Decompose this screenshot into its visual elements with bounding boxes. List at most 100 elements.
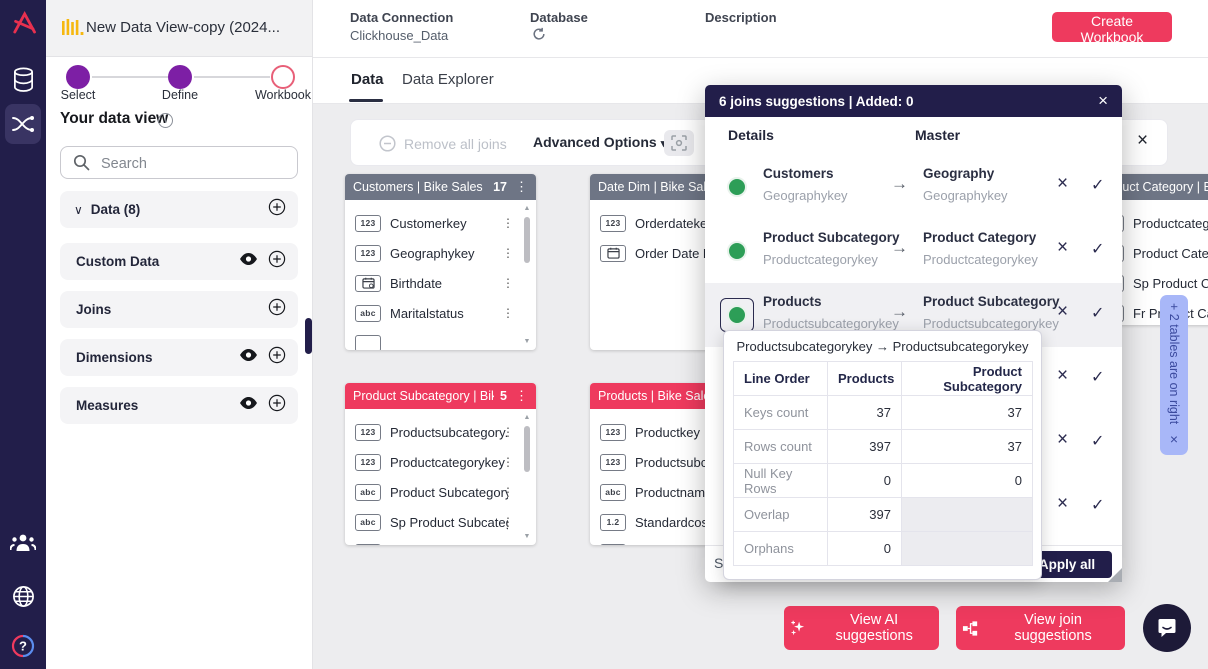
active-tab-underline	[349, 99, 383, 102]
scrollbar-thumb[interactable]	[524, 426, 530, 472]
field-menu-icon[interactable]: ⋮	[502, 425, 514, 439]
number-type-icon: 123	[355, 454, 381, 471]
section-measures[interactable]: Measures	[60, 387, 298, 424]
table-card-title: Product Subcategory | Bik...	[353, 389, 494, 403]
badge-close-icon[interactable]: ×	[1170, 431, 1178, 447]
field-menu-icon[interactable]: ⋮	[502, 306, 514, 320]
resize-handle[interactable]	[1108, 568, 1122, 582]
accept-join-icon[interactable]: ✓	[1091, 495, 1104, 515]
accept-join-icon[interactable]: ✓	[1091, 303, 1104, 323]
remove-all-joins-button[interactable]: Remove all joins	[379, 135, 507, 152]
section-custom-data[interactable]: Custom Data	[60, 243, 298, 280]
accept-join-icon[interactable]: ✓	[1091, 367, 1104, 387]
field-menu-icon[interactable]: ⋮	[502, 515, 514, 529]
arrow-right-icon: →	[891, 174, 908, 194]
fit-view-button[interactable]	[664, 130, 694, 156]
field-menu-icon[interactable]: ⋮	[502, 455, 514, 469]
connection-topbar: Data Connection Clickhouse_Data Database…	[312, 0, 1208, 58]
card-scrollbar[interactable]: ▲ ▼	[521, 204, 533, 347]
field-name: Standardcost	[635, 515, 712, 530]
section-joins[interactable]: Joins	[60, 291, 298, 328]
field-row: 123 Geographykey ⋮	[345, 238, 536, 268]
step-workbook-circle[interactable]	[271, 65, 295, 89]
create-workbook-button[interactable]: Create Workbook	[1052, 12, 1172, 42]
scroll-down-icon[interactable]: ▼	[524, 337, 531, 347]
add-custom-data-icon[interactable]	[268, 250, 286, 273]
stats-row: Null Key Rows 0 0	[734, 464, 1033, 498]
type-icon	[355, 335, 381, 351]
help-nav-icon[interactable]: ?	[0, 634, 46, 658]
section-dimensions[interactable]: Dimensions	[60, 339, 298, 376]
search-input[interactable]	[99, 147, 293, 180]
chevron-down-icon[interactable]: ∨	[74, 203, 83, 217]
model-nav-icon[interactable]	[0, 113, 46, 135]
field-row: 123 Productsubcategory... ⋮	[345, 417, 536, 447]
card-scrollbar[interactable]: ▲ ▼	[521, 413, 533, 542]
accept-join-icon[interactable]: ✓	[1091, 239, 1104, 259]
field-menu-icon[interactable]: ⋮	[502, 246, 514, 260]
tab-data-explorer[interactable]: Data Explorer	[402, 71, 494, 88]
field-row: 123 Productcategorykey ⋮	[345, 447, 536, 477]
add-measure-icon[interactable]	[268, 394, 286, 417]
panel-scrollbar-thumb[interactable]	[305, 318, 312, 354]
table-card-customers[interactable]: Customers | Bike Sales 17 ⋮ 123 Customer…	[345, 174, 536, 350]
accept-join-icon[interactable]: ✓	[1091, 431, 1104, 451]
kebab-menu-icon[interactable]: ⋮	[515, 388, 528, 404]
field-row-partial	[345, 328, 536, 350]
scroll-down-icon[interactable]: ▼	[524, 532, 531, 542]
field-name: Geographykey	[390, 246, 475, 261]
tab-data[interactable]: Data	[351, 71, 384, 88]
reject-join-icon[interactable]: ×	[1057, 429, 1068, 451]
toolbar-close-icon[interactable]: ×	[1137, 130, 1148, 152]
field-menu-icon[interactable]: ⋮	[502, 276, 514, 290]
join-status-dot[interactable]	[727, 241, 747, 261]
join-status-dot[interactable]	[727, 177, 747, 197]
view-ai-suggestions-button[interactable]: View AI suggestions	[784, 606, 939, 650]
database-nav-icon[interactable]	[0, 67, 46, 92]
add-join-icon[interactable]	[268, 298, 286, 321]
reject-join-icon[interactable]: ×	[1057, 237, 1068, 259]
connection-value: Clickhouse_Data	[350, 28, 448, 43]
stats-col-header: Product Subcategory	[902, 362, 1033, 396]
refresh-icon[interactable]	[532, 27, 546, 44]
globe-nav-icon[interactable]	[0, 585, 46, 608]
join-status-dot[interactable]	[727, 305, 747, 325]
users-nav-icon[interactable]	[0, 532, 46, 552]
reject-join-icon[interactable]: ×	[1057, 365, 1068, 387]
visibility-eye-icon[interactable]	[239, 252, 258, 271]
chat-widget-button[interactable]	[1143, 604, 1191, 652]
scroll-up-icon[interactable]: ▲	[524, 204, 531, 214]
reject-join-icon[interactable]: ×	[1057, 301, 1068, 323]
add-dimension-icon[interactable]	[268, 346, 286, 369]
visibility-eye-icon[interactable]	[239, 348, 258, 367]
skip-all-button-partial[interactable]: S	[714, 555, 723, 571]
master-key-name: Geographykey	[923, 188, 1008, 203]
reject-join-icon[interactable]: ×	[1057, 173, 1068, 195]
tables-right-badge[interactable]: + 2 tables are on right ×	[1160, 295, 1188, 455]
visibility-eye-icon[interactable]	[239, 396, 258, 415]
table-card-product-subcategory[interactable]: Product Subcategory | Bik... 5 ⋮ 123 Pro…	[345, 383, 536, 545]
reject-join-icon[interactable]: ×	[1057, 493, 1068, 515]
search-box	[60, 146, 298, 179]
modal-close-icon[interactable]: ×	[1098, 91, 1108, 111]
accept-join-icon[interactable]: ✓	[1091, 175, 1104, 195]
scroll-up-icon[interactable]: ▲	[524, 413, 531, 423]
chat-bubble-icon	[1155, 616, 1179, 640]
table-card-header[interactable]: Product Subcategory | Bik... 5 ⋮	[345, 383, 536, 409]
app-logo-icon[interactable]	[0, 9, 46, 37]
step-select-circle[interactable]	[66, 65, 90, 89]
kebab-menu-icon[interactable]: ⋮	[515, 179, 528, 195]
modal-header: 6 joins suggestions | Added: 0 ×	[705, 85, 1122, 117]
number-type-icon: 123	[600, 454, 626, 471]
scrollbar-thumb[interactable]	[524, 217, 530, 263]
section-data[interactable]: ∨ Data (8)	[60, 191, 298, 228]
detail-table-name: Products	[763, 294, 822, 309]
add-data-icon[interactable]	[268, 198, 286, 221]
view-join-suggestions-button[interactable]: View join suggestions	[956, 606, 1125, 650]
field-menu-icon[interactable]: ⋮	[502, 216, 514, 230]
table-card-header[interactable]: Customers | Bike Sales 17 ⋮	[345, 174, 536, 200]
field-menu-icon[interactable]: ⋮	[502, 485, 514, 499]
your-data-view-heading: Your data view	[60, 110, 168, 128]
advanced-options-dropdown[interactable]: Advanced Options▾	[533, 134, 666, 150]
step-define-circle[interactable]	[168, 65, 192, 89]
